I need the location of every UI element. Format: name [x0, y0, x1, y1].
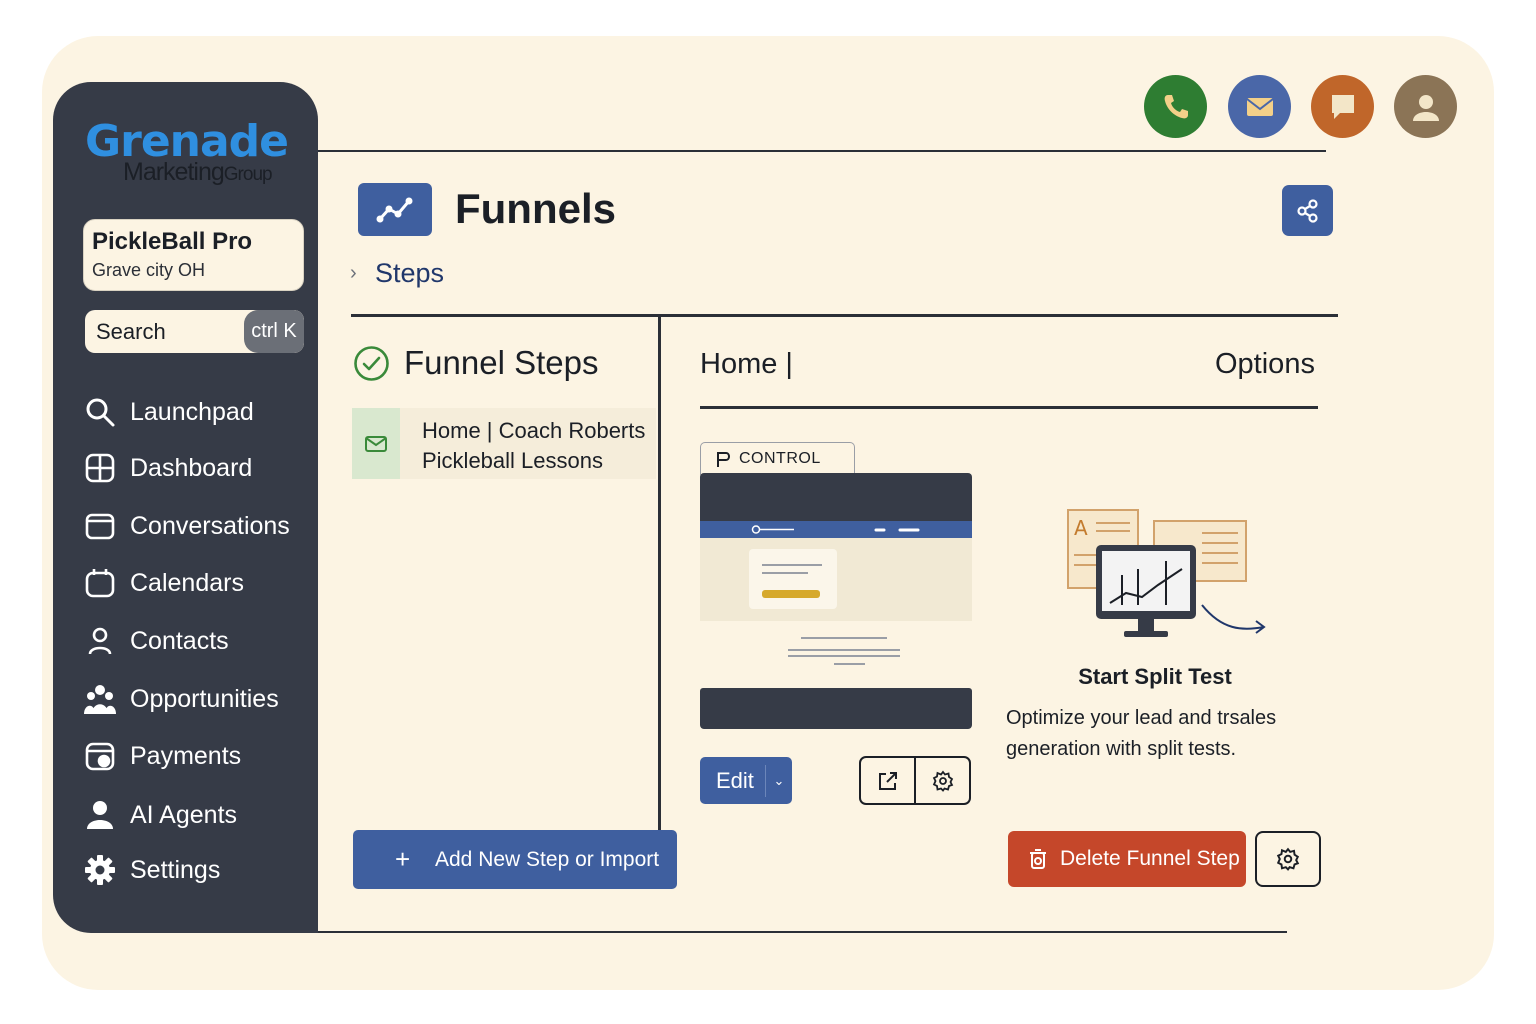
delete-funnel-step-button[interactable]: Delete Funnel Step — [1008, 831, 1246, 887]
page-title: Funnels — [455, 185, 617, 232]
phone-icon — [1164, 94, 1188, 118]
chat-button[interactable] — [1311, 75, 1374, 138]
contact-icon — [88, 627, 112, 655]
funnel-steps-heading: Funnel Steps — [353, 343, 598, 383]
svg-text:A: A — [1074, 516, 1088, 540]
trash-icon — [1030, 849, 1046, 869]
sidebar-item-launchpad[interactable]: Launchpad — [84, 390, 314, 434]
preview-settings-button[interactable] — [914, 758, 969, 803]
page-preview-thumbnail[interactable] — [700, 473, 972, 729]
mail-icon — [365, 435, 387, 452]
avatar-icon — [1412, 94, 1439, 121]
search-label: Search — [96, 319, 166, 344]
sidebar-item-label: Settings — [130, 855, 221, 884]
sidebar-item-label: Conversations — [130, 511, 290, 540]
search-icon — [86, 398, 115, 427]
panel-divider — [658, 317, 661, 830]
funnel-steps-title: Funnel Steps — [404, 344, 599, 381]
sidebar-item-label: Payments — [130, 741, 242, 770]
step-title: Home | — [700, 348, 793, 380]
dashboard-icon — [85, 453, 115, 483]
share-icon — [1296, 198, 1318, 223]
gear-icon — [932, 770, 953, 792]
phone-button[interactable] — [1144, 75, 1207, 138]
step-label: Home | Coach Roberts Pickleball Lessons — [400, 408, 645, 479]
edit-button[interactable]: Edit ⌄ — [700, 757, 792, 804]
sidebar-item-label: Launchpad — [130, 397, 254, 426]
footer-divider — [318, 931, 1287, 933]
gear-icon — [85, 855, 115, 885]
mail-button[interactable] — [1228, 75, 1291, 138]
sidebar-item-conversations[interactable]: Conversations — [84, 504, 314, 548]
profile-button[interactable] — [1394, 75, 1457, 138]
chevron-right-icon: › — [350, 262, 357, 284]
sidebar-item-opportunities[interactable]: Opportunities — [84, 677, 314, 721]
share-button[interactable] — [1282, 185, 1333, 236]
split-test-title: Start Split Test — [1078, 664, 1232, 689]
breadcrumb-steps[interactable]: Steps — [375, 258, 444, 289]
account-switcher[interactable]: PickleBall Pro Grave city OH — [83, 219, 304, 291]
chevron-down-icon[interactable]: ⌄ — [766, 773, 792, 789]
funnel-step-item[interactable]: Home | Coach Roberts Pickleball Lessons — [352, 408, 656, 479]
chat-bubble-icon — [1331, 94, 1354, 119]
sidebar-item-label: Opportunities — [130, 684, 279, 713]
mail-icon — [1245, 97, 1274, 116]
sidebar-item-dashboard[interactable]: Dashboard — [84, 446, 314, 490]
company-logo[interactable]: Grenade MarketingGroup — [85, 118, 295, 188]
calendar-icon — [85, 569, 115, 598]
sidebar-item-contacts[interactable]: Contacts — [84, 619, 314, 663]
search-shortcut-badge: ctrl K — [244, 310, 304, 353]
sidebar-item-label: Dashboard — [130, 453, 253, 482]
add-step-label: Add New Step or Import — [435, 847, 660, 871]
page-preview-graphic — [700, 473, 972, 729]
external-link-icon — [878, 771, 897, 790]
gear-icon — [1276, 847, 1300, 871]
split-test-illustration: A — [1067, 509, 1266, 637]
delete-label: Delete Funnel Step — [1060, 847, 1240, 870]
step-settings-button[interactable] — [1255, 831, 1321, 887]
sidebar-item-settings[interactable]: Settings — [84, 848, 314, 892]
options-link[interactable]: Options — [1215, 348, 1315, 381]
user-icon — [87, 801, 113, 829]
sidebar-item-label: Calendars — [130, 568, 244, 597]
sidebar-item-label: AI Agents — [130, 800, 238, 829]
account-name: PickleBall Pro — [92, 228, 253, 255]
sidebar-item-label: Contacts — [130, 626, 229, 655]
plus-icon: + — [395, 844, 411, 874]
people-icon — [84, 685, 116, 714]
preview-actions — [859, 756, 971, 805]
sidebar-item-calendars[interactable]: Calendars — [84, 561, 314, 605]
sidebar-item-payments[interactable]: Payments — [84, 734, 314, 778]
chat-icon — [85, 513, 115, 540]
step-label-line1: Home | Coach Roberts — [422, 418, 646, 443]
detail-divider — [700, 406, 1318, 409]
sidebar-item-ai-agents[interactable]: AI Agents — [84, 793, 314, 837]
check-circle-icon — [354, 345, 389, 381]
edit-label: Edit — [716, 767, 754, 793]
account-location: Grave city OH — [92, 260, 206, 280]
open-external-button[interactable] — [861, 758, 914, 803]
add-new-step-button[interactable]: + Add New Step or Import — [353, 830, 677, 889]
trend-chart-icon — [376, 197, 413, 222]
step-label-line2: Pickleball Lessons — [422, 448, 603, 473]
content-divider — [351, 314, 1338, 317]
payments-icon — [85, 742, 115, 771]
split-test-description: Optimize your lead and trsales generatio… — [1006, 707, 1277, 760]
funnels-app-icon — [358, 183, 432, 236]
header-divider — [318, 150, 1326, 152]
search-input[interactable]: Search ctrl K — [85, 310, 304, 353]
control-label: CONTROL — [739, 450, 821, 467]
control-tab[interactable]: CONTROL — [700, 442, 855, 475]
step-icon-wrap — [352, 408, 400, 479]
logo-subtitle: MarketingGroup — [123, 158, 273, 186]
flag-icon — [717, 452, 730, 467]
